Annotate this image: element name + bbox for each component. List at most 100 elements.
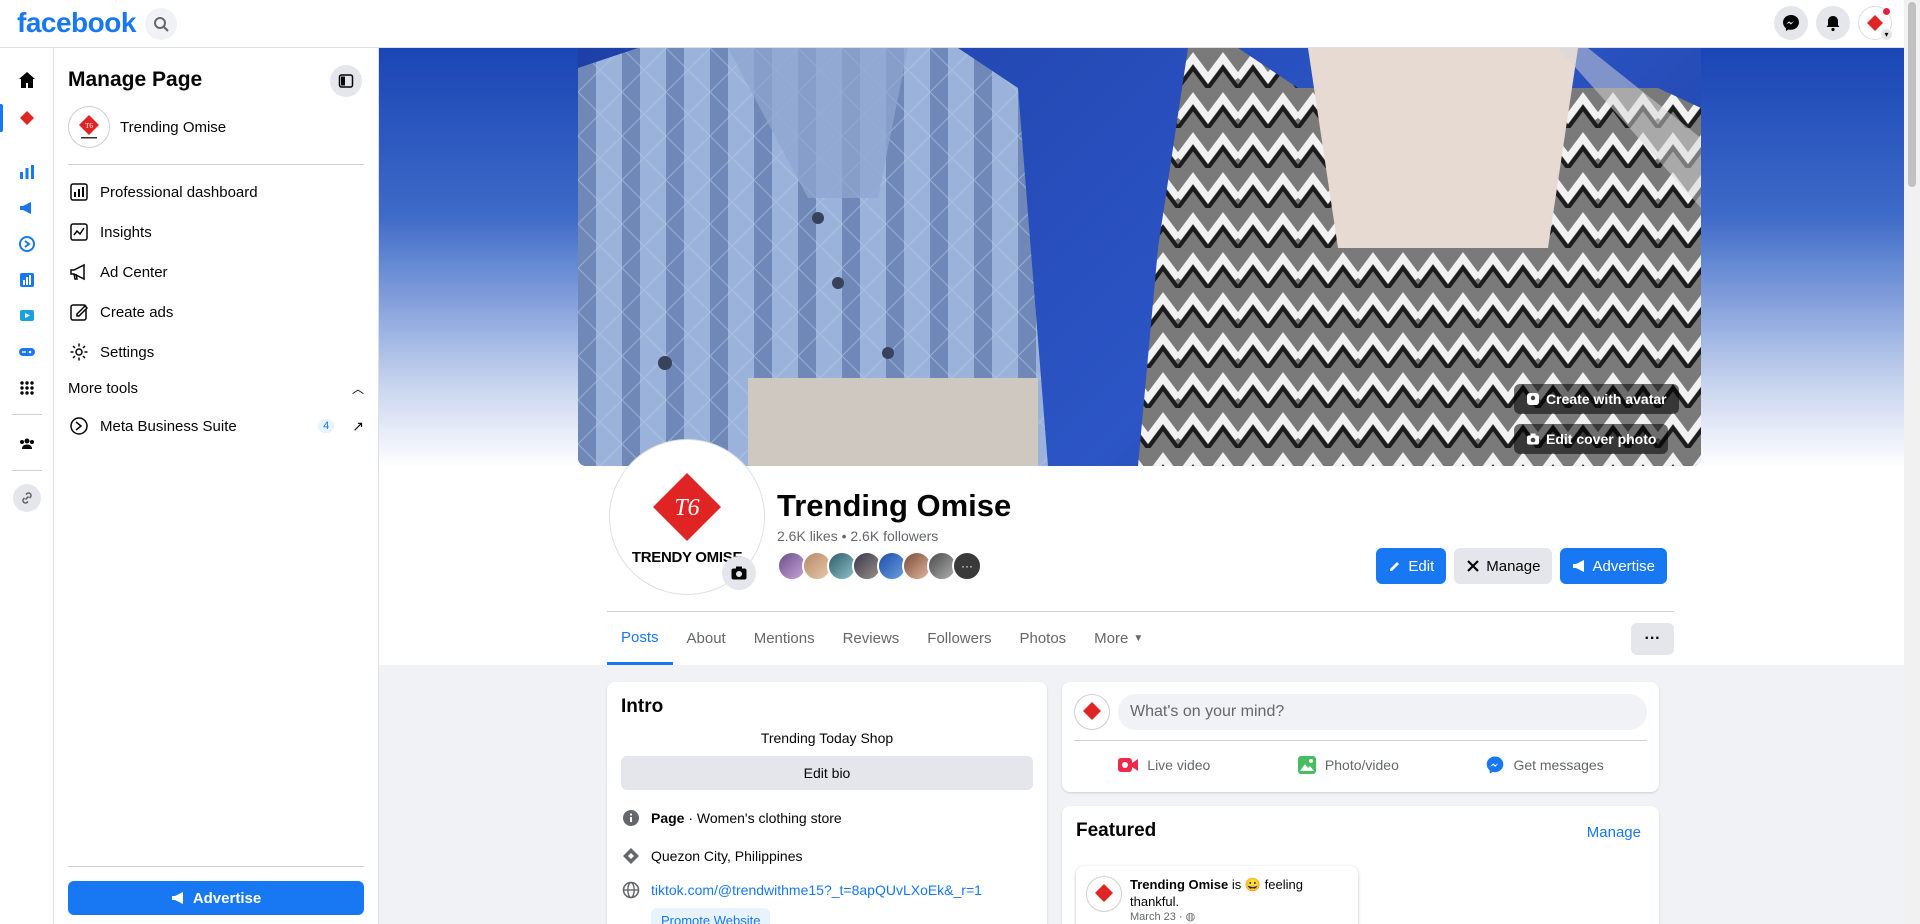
camera-icon: [1527, 433, 1539, 445]
intro-website-link[interactable]: tiktok.com/@trendwithme15?_t=8apQUvLXoEk…: [651, 882, 982, 898]
whats-on-your-mind-input[interactable]: What's on your mind?: [1118, 694, 1647, 730]
info-icon: [621, 808, 641, 828]
notification-dot: [1882, 7, 1891, 16]
meta-business-rail-button[interactable]: [13, 230, 41, 258]
chevron-up-icon: ︿: [351, 382, 364, 396]
more-options-button[interactable]: ···: [1631, 623, 1674, 655]
photo-video-button[interactable]: Photo/video: [1297, 749, 1399, 781]
insights-rail-button[interactable]: [13, 158, 41, 186]
svg-text:T6: T6: [674, 495, 699, 521]
likes-followers-count[interactable]: 2.6K likes • 2.6K followers: [777, 528, 938, 544]
intro-category-text: · Women's clothing store: [684, 810, 842, 826]
panel-divider: [68, 164, 364, 165]
megaphone-icon: [68, 261, 90, 283]
intro-location: Quezon City, Philippines: [651, 848, 803, 864]
more-tools-toggle[interactable]: More tools ︿: [68, 380, 364, 397]
create-with-avatar-button[interactable]: Create with avatar: [1514, 384, 1679, 414]
search-icon: [154, 17, 169, 32]
linked-accounts-button[interactable]: [13, 484, 41, 512]
video-rail-button[interactable]: [13, 302, 41, 330]
meta-business-suite-label: Meta Business Suite: [100, 417, 237, 435]
rail-divider: [12, 414, 42, 415]
manage-button[interactable]: Manage: [1454, 548, 1553, 584]
tab-posts[interactable]: Posts: [607, 612, 673, 665]
edit-cover-photo-button[interactable]: Edit cover photo: [1514, 424, 1669, 454]
promote-website-button[interactable]: Promote Website: [651, 908, 771, 924]
dashboard-rail-button[interactable]: [13, 266, 41, 294]
game-controller-icon: [19, 348, 35, 356]
all-tools-rail-button[interactable]: [13, 374, 41, 402]
get-messages-button[interactable]: Get messages: [1485, 749, 1604, 781]
featured-post-body: Trending Omise is 😀 feeling thankful. Ma…: [1130, 876, 1348, 924]
advertise-button[interactable]: Advertise: [1560, 548, 1667, 584]
sidebar-advertise-button[interactable]: Advertise: [68, 881, 364, 915]
create-with-avatar-label: Create with avatar: [1546, 391, 1667, 407]
notification-count-badge: 4: [318, 419, 335, 433]
home-button[interactable]: [13, 66, 41, 94]
intro-title: Intro: [621, 696, 664, 717]
page-button[interactable]: [13, 104, 41, 132]
messenger-icon: [1783, 15, 1799, 31]
cover-photo[interactable]: Create with avatar Edit cover photo: [578, 48, 1701, 466]
notifications-button[interactable]: [1816, 6, 1850, 40]
tab-reviews[interactable]: Reviews: [829, 612, 914, 665]
page-action-buttons: Edit Manage Advertise: [1376, 548, 1667, 584]
meta-business-suite-link[interactable]: Meta Business Suite 4 ↗: [68, 410, 364, 442]
chevron-down-icon: ▾: [1880, 28, 1893, 41]
page-logo-icon: [1083, 702, 1101, 720]
dashboard-icon: [68, 181, 90, 203]
featured-manage-link[interactable]: Manage: [1587, 824, 1641, 841]
tab-photos[interactable]: Photos: [1005, 612, 1080, 665]
menu-label: Create ads: [100, 303, 174, 321]
page-scrollbar[interactable]: [1904, 0, 1920, 924]
megaphone-icon: [1573, 560, 1585, 572]
tab-more[interactable]: More ▼: [1080, 612, 1157, 665]
more-followers-icon[interactable]: ···: [952, 551, 982, 581]
insights-icon: [68, 221, 90, 243]
active-indicator: [0, 104, 3, 132]
home-icon: [19, 72, 35, 88]
search-button[interactable]: [145, 8, 177, 40]
pencil-icon: [1390, 562, 1400, 571]
ad-center-rail-button[interactable]: [13, 194, 41, 222]
follower-avatars[interactable]: ···: [777, 551, 982, 581]
menu-professional-dashboard[interactable]: Professional dashboard: [68, 176, 258, 208]
scrollbar-thumb[interactable]: [1908, 2, 1916, 187]
edit-cover-photo-label: Edit cover photo: [1546, 431, 1657, 447]
tools-icon: [1467, 560, 1480, 572]
menu-insights[interactable]: Insights: [68, 216, 152, 248]
menu-settings[interactable]: Settings: [68, 336, 154, 368]
tab-about[interactable]: About: [673, 612, 740, 665]
composer-avatar[interactable]: [1074, 694, 1110, 730]
change-profile-picture-button[interactable]: [722, 556, 756, 590]
trendy-omise-logo: T6: [653, 472, 721, 541]
featured-post-text: Trending Omise is 😀 feeling thankful.: [1130, 876, 1348, 910]
page-logo-icon: T6: [79, 115, 99, 139]
messenger-button[interactable]: [1774, 6, 1808, 40]
featured-post[interactable]: Trending Omise is 😀 feeling thankful. Ma…: [1076, 866, 1358, 924]
featured-post-date-text: March 23 ·: [1130, 911, 1186, 923]
featured-card: Featured Manage Trending Omise is 😀 feel…: [1062, 806, 1659, 924]
link-icon: [22, 492, 32, 504]
groups-rail-button[interactable]: [13, 430, 41, 458]
intro-location-row: Quezon City, Philippines: [621, 846, 1033, 866]
edit-bio-button[interactable]: Edit bio: [621, 756, 1033, 790]
bell-icon: [1826, 16, 1840, 32]
live-video-button[interactable]: Live video: [1117, 749, 1210, 781]
menu-create-ads[interactable]: Create ads: [68, 296, 173, 328]
page-switcher[interactable]: T6 Trending Omise: [68, 106, 226, 148]
composer-top-row: What's on your mind?: [1074, 694, 1647, 730]
video-icon: [20, 310, 34, 321]
gaming-rail-button[interactable]: [13, 338, 41, 366]
grid-icon: [20, 381, 34, 395]
tab-followers[interactable]: Followers: [913, 612, 1005, 665]
advertise-label: Advertise: [1592, 557, 1655, 575]
menu-ad-center[interactable]: Ad Center: [68, 256, 168, 288]
collapse-panel-button[interactable]: [330, 65, 362, 97]
account-menu-button[interactable]: ▾: [1858, 6, 1893, 41]
edit-button[interactable]: Edit: [1376, 548, 1447, 584]
page-avatar: T6: [68, 106, 110, 148]
tab-mentions[interactable]: Mentions: [740, 612, 829, 665]
facebook-logo[interactable]: facebook: [17, 7, 136, 39]
page-name: Trending Omise: [120, 118, 227, 136]
